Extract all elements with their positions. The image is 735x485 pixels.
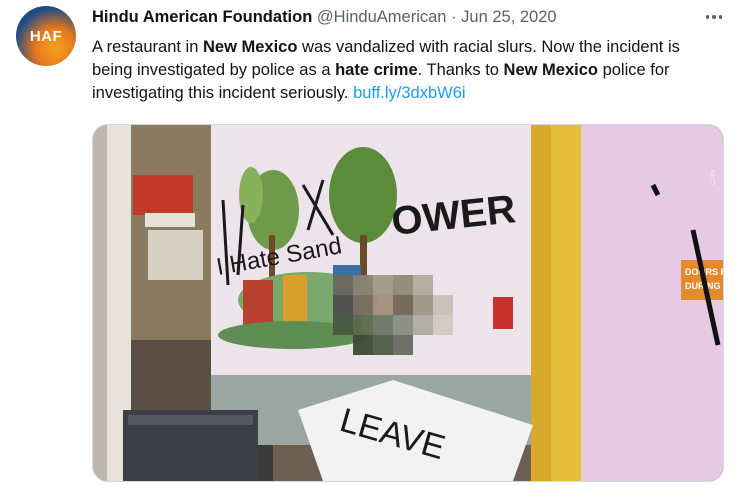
display-name[interactable]: Hindu American Foundation bbox=[92, 8, 312, 26]
tweet-link[interactable]: buff.ly/3dxbW6i bbox=[353, 84, 466, 102]
tweet-text-bold: New Mexico bbox=[202, 38, 298, 56]
tweet-text-part: . Thanks to bbox=[417, 61, 504, 79]
tweet-text: A restaurant in New Mexico was vandalize… bbox=[92, 36, 692, 105]
tweet-date[interactable]: Jun 25, 2020 bbox=[461, 8, 556, 26]
user-handle[interactable]: @HinduAmerican bbox=[317, 8, 447, 26]
tweet-text-part: A restaurant in bbox=[92, 38, 203, 56]
tweet-text-bold: hate crime bbox=[335, 61, 418, 79]
tweet-photo[interactable]: OWER I Hate Sand DOORS REM DURING BUS CN… bbox=[92, 124, 724, 482]
avatar-logo-text: HAF bbox=[29, 27, 63, 45]
more-options-icon[interactable] bbox=[700, 4, 728, 30]
avatar[interactable]: HAF bbox=[16, 6, 76, 66]
separator-dot: · bbox=[451, 8, 457, 26]
tweet-header: Hindu American Foundation @HinduAmerican… bbox=[92, 8, 675, 30]
vandalized-restaurant-photo: OWER I Hate Sand DOORS REM DURING BUS CN… bbox=[93, 125, 723, 481]
tweet-text-bold: New Mexico bbox=[503, 61, 598, 79]
photo-watermark: CNN bbox=[710, 170, 717, 185]
